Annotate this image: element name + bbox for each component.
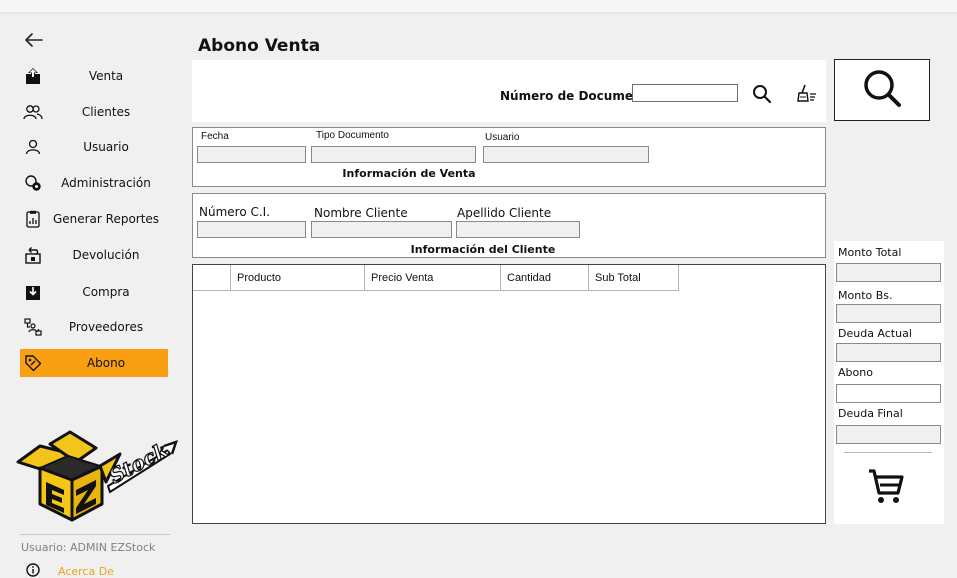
monto-total-label: Monto Total — [838, 246, 902, 259]
sidebar-item-compra[interactable]: Compra — [20, 278, 168, 306]
column-header-cantidad[interactable]: Cantidad — [501, 265, 589, 291]
sidebar: Venta Clientes Usuario Administración Ge… — [0, 14, 178, 578]
column-header-sub-total[interactable]: Sub Total — [589, 265, 679, 291]
svg-text:Stock: Stock — [105, 438, 172, 489]
nombre-cliente-label: Nombre Cliente — [314, 206, 408, 220]
abono-input[interactable] — [836, 384, 941, 403]
back-arrow-icon[interactable] — [24, 32, 44, 48]
ci-field[interactable] — [197, 221, 306, 238]
sidebar-item-label: Compra — [82, 285, 130, 299]
search-icon[interactable] — [752, 84, 772, 108]
return-icon — [22, 244, 44, 266]
sidebar-item-proveedores[interactable]: Proveedores — [20, 313, 168, 341]
sale-info-title: Información de Venta — [342, 167, 476, 180]
deuda-actual-field[interactable] — [836, 343, 941, 362]
ci-label: Número C.I. — [199, 205, 271, 219]
sidebar-item-usuario[interactable]: Usuario — [20, 133, 168, 161]
monto-bs-field[interactable] — [836, 304, 941, 323]
sidebar-item-label: Devolución — [72, 248, 140, 262]
sidebar-item-label: Administración — [61, 176, 151, 190]
usuario-field[interactable] — [483, 146, 649, 163]
info-icon — [26, 562, 40, 578]
users-icon — [22, 101, 44, 123]
user-icon — [22, 136, 44, 158]
sidebar-item-label: Generar Reportes — [52, 212, 160, 226]
nombre-cliente-field[interactable] — [311, 221, 452, 238]
sidebar-item-label: Abono — [86, 356, 126, 370]
column-header-precio-venta[interactable]: Precio Venta — [365, 265, 501, 291]
abono-label: Abono — [838, 366, 873, 379]
tag-icon — [22, 352, 44, 374]
admin-gear-icon — [22, 172, 44, 194]
sidebar-item-clientes[interactable]: Clientes — [20, 98, 168, 126]
tipo-documento-field[interactable] — [311, 146, 476, 163]
table-header: Producto Precio Venta Cantidad Sub Total — [193, 265, 679, 291]
about-label: Acerca De — [58, 565, 114, 578]
fecha-field[interactable] — [197, 146, 306, 163]
page-title: Abono Venta — [198, 36, 321, 56]
sidebar-item-label: Clientes — [81, 105, 131, 119]
cart-icon[interactable] — [867, 467, 905, 507]
deuda-final-label: Deuda Final — [838, 407, 903, 420]
monto-bs-label: Monto Bs. — [838, 289, 893, 302]
column-header-producto[interactable]: Producto — [231, 265, 365, 291]
search-button[interactable] — [834, 59, 930, 121]
usuario-label: Usuario — [485, 132, 520, 143]
sidebar-item-label: Usuario — [83, 140, 129, 154]
row-header-cell — [193, 265, 231, 291]
sidebar-item-devolucion[interactable]: Devolución — [20, 241, 168, 269]
sidebar-item-label: Proveedores — [68, 320, 144, 334]
sidebar-item-label: Venta — [88, 69, 124, 83]
summary-divider — [844, 452, 932, 453]
ezstock-logo: Stock — [10, 424, 180, 524]
deuda-actual-label: Deuda Actual — [838, 327, 912, 340]
window-top-strip — [0, 0, 957, 14]
sidebar-item-venta[interactable]: Venta — [20, 62, 168, 90]
logged-user-label: Usuario: ADMIN EZStock — [21, 541, 156, 554]
clear-broom-icon[interactable] — [796, 83, 818, 109]
upload-icon — [22, 65, 44, 87]
apellido-cliente-label: Apellido Cliente — [457, 206, 552, 220]
sidebar-item-reportes[interactable]: Generar Reportes — [20, 205, 168, 233]
sidebar-divider — [20, 534, 170, 535]
about-link[interactable]: Acerca De — [26, 562, 114, 578]
client-info-panel: Número C.I. Nombre Cliente Apellido Clie… — [192, 193, 826, 258]
document-number-input[interactable] — [632, 84, 738, 102]
suppliers-icon — [22, 316, 44, 338]
report-icon — [22, 208, 44, 230]
download-icon — [22, 281, 44, 303]
fecha-label: Fecha — [201, 131, 229, 142]
tipo-documento-label: Tipo Documento — [316, 130, 389, 141]
deuda-final-field[interactable] — [836, 425, 941, 444]
client-info-title: Información del Cliente — [410, 243, 556, 256]
apellido-cliente-field[interactable] — [456, 221, 580, 238]
payment-summary-panel: Monto Total Monto Bs. Deuda Actual Abono… — [834, 241, 944, 524]
sale-info-panel: Fecha Tipo Documento Usuario Información… — [192, 127, 826, 187]
search-icon — [861, 67, 903, 113]
monto-total-field[interactable] — [836, 263, 941, 282]
products-table[interactable]: Producto Precio Venta Cantidad Sub Total — [192, 264, 826, 524]
sidebar-item-abono[interactable]: Abono — [20, 349, 168, 377]
sidebar-item-administracion[interactable]: Administración — [20, 169, 168, 197]
